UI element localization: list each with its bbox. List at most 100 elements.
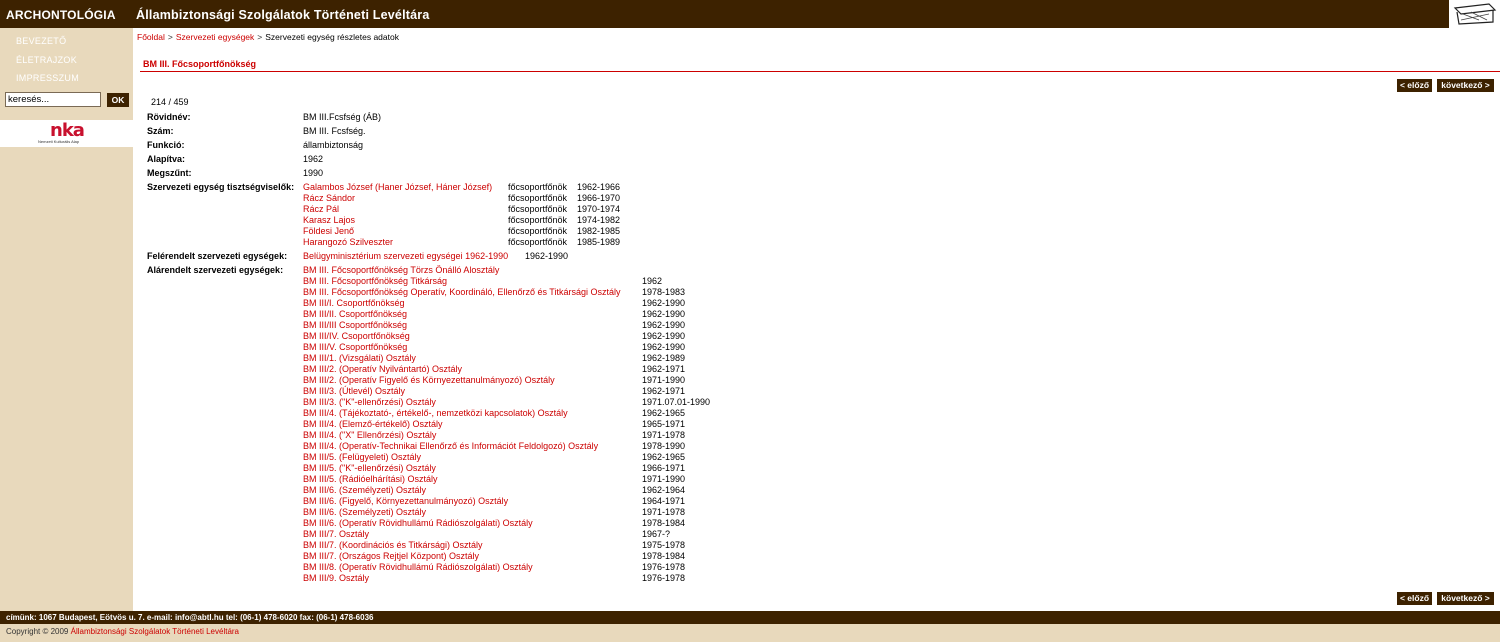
subordinate-unit-link[interactable]: BM III/6. (Figyelő, Környezettanulmányoz… <box>303 496 508 507</box>
top-header: ARCHONTOLÓGIA Állambiztonsági Szolgálato… <box>0 0 1500 28</box>
subordinate-years: 1978-1990 <box>642 441 686 451</box>
footer-contact: címünk: 1067 Budapest, Eötvös u. 7. e-ma… <box>6 613 374 622</box>
copyright-bar: Copyright © 2009 Állambiztonsági Szolgál… <box>0 624 1500 642</box>
subordinate-unit-link[interactable]: BM III/5. (Felügyeleti) Osztály <box>303 452 421 463</box>
subordinate-years: 1971-1978 <box>642 430 686 440</box>
subordinate-unit-link[interactable]: BM III/3. ("K"-ellenőrzési) Osztály <box>303 397 436 408</box>
next-button[interactable]: következő > <box>1437 79 1494 92</box>
breadcrumb-home[interactable]: Főoldal <box>137 32 165 42</box>
sidebar-item-bevezeto[interactable]: BEVEZETŐ <box>16 36 66 46</box>
subordinate-unit-link[interactable]: BM III/III Csoportfőnökség <box>303 320 407 331</box>
subordinate-unit-link[interactable]: BM III/9. Osztály <box>303 573 369 584</box>
title-divider <box>140 71 1500 72</box>
official-years: 1962-1966 <box>577 182 621 192</box>
subordinate-unit-link[interactable]: BM III/5. ("K"-ellenőrzési) Osztály <box>303 463 436 474</box>
official-role: főcsoportfőnök <box>508 215 568 225</box>
nka-sponsor-logo[interactable]: nka Nemzeti Kulturális Alap <box>0 120 133 147</box>
subordinate-years: 1962-1990 <box>642 320 686 330</box>
subordinate-unit-link[interactable]: BM III/4. (Operatív-Technikai Ellenőrző … <box>303 441 598 452</box>
subordinate-years: 1971-1978 <box>642 507 686 517</box>
subordinate-unit-link[interactable]: BM III/7. Osztály <box>303 529 369 540</box>
archive-logo[interactable] <box>1449 0 1500 28</box>
subordinate-unit-link[interactable]: BM III/3. (Útlevél) Osztály <box>303 386 405 397</box>
breadcrumb-units[interactable]: Szervezeti egységek <box>176 32 254 42</box>
breadcrumb: Főoldal > Szervezeti egységek > Szervezeti e… <box>137 32 399 42</box>
subordinate-years: 1976-1978 <box>642 573 686 583</box>
subordinate-years: 1964-1971 <box>642 496 686 506</box>
prev-button-bottom[interactable]: < előző <box>1397 592 1432 605</box>
subordinate-unit-link[interactable]: BM III/2. (Operatív Nyilvántartó) Osztál… <box>303 364 462 375</box>
subordinate-years: 1962 <box>642 276 663 286</box>
subordinate-unit-link[interactable]: BM III/4. (Tájékoztató-, értékelő-, nemz… <box>303 408 568 419</box>
subordinate-years: 1962-1990 <box>642 342 686 352</box>
sidebar-item-impresszum[interactable]: IMPRESSZUM <box>16 73 79 83</box>
prev-button[interactable]: < előző <box>1397 79 1432 92</box>
subordinate-unit-link[interactable]: BM III. Főcsoportfőnökség Titkárság <box>303 276 447 287</box>
subordinate-years: 1978-1983 <box>642 287 686 297</box>
subordinate-years: 1965-1971 <box>642 419 686 429</box>
subordinate-unit-link[interactable]: BM III/I. Csoportfőnökség <box>303 298 405 309</box>
official-years: 1974-1982 <box>577 215 621 225</box>
official-name[interactable]: Harangozó Szilveszter <box>303 237 393 248</box>
subordinate-unit-link[interactable]: BM III/4. (Elemző-értékelő) Osztály <box>303 419 443 430</box>
subordinate-unit-link[interactable]: BM III/6. (Személyzeti) Osztály <box>303 507 426 518</box>
copyright-link[interactable]: Állambiztonsági Szolgálatok Történeti Le… <box>71 627 239 636</box>
subordinate-years: 1962-1971 <box>642 386 686 396</box>
subordinate-unit-link[interactable]: BM III/6. (Személyzeti) Osztály <box>303 485 426 496</box>
sidebar-item-eletrajzok[interactable]: ÉLETRAJZOK <box>16 55 77 65</box>
official-name[interactable]: Földesi Jenő <box>303 226 354 237</box>
subordinate-unit-link[interactable]: BM III. Főcsoportfőnökség Operatív, Koor… <box>303 287 620 298</box>
archive-title: Állambiztonsági Szolgálatok Történeti Le… <box>136 8 430 22</box>
nka-caption: Nemzeti Kulturális Alap <box>38 139 80 144</box>
detail-value: 1962 <box>303 154 324 164</box>
subordinate-years: 1976-1978 <box>642 562 686 572</box>
detail-value: BM III.Fcsfség (ÁB) <box>303 112 382 122</box>
official-name[interactable]: Rácz Sándor <box>303 193 355 204</box>
search-input[interactable] <box>5 92 101 107</box>
official-years: 1982-1985 <box>577 226 621 236</box>
subordinate-years: 1962-1965 <box>642 452 686 462</box>
subordinate-unit-link[interactable]: BM III/IV. Csoportfőnökség <box>303 331 410 342</box>
subordinate-unit-link[interactable]: BM III/8. (Operatív Rövidhullámú Rádiósz… <box>303 562 533 573</box>
subordinate-years: 1971-1990 <box>642 375 686 385</box>
official-role: főcsoportfőnök <box>508 193 568 203</box>
subordinate-unit-link[interactable]: BM III/7. (Koordinációs és Titkársági) O… <box>303 540 483 551</box>
footer: címünk: 1067 Budapest, Eötvös u. 7. e-ma… <box>0 611 1500 624</box>
detail-label: Megszűnt: <box>147 168 192 178</box>
detail-value: állambiztonság <box>303 140 364 150</box>
detail-value: 1990 <box>303 168 324 178</box>
subordinate-years: 1962-1990 <box>642 298 686 308</box>
subordinate-unit-link[interactable]: BM III/II. Csoportfőnökség <box>303 309 407 320</box>
official-role: főcsoportfőnök <box>508 204 568 214</box>
superior-unit-link[interactable]: Belügyminisztérium szervezeti egységei 1… <box>303 251 508 262</box>
subordinate-unit-link[interactable]: BM III. Főcsoportfőnökség Törzs Önálló A… <box>303 265 499 276</box>
subordinate-unit-link[interactable]: BM III/5. (Rádióelhárítási) Osztály <box>303 474 438 485</box>
next-button-bottom[interactable]: következő > <box>1437 592 1494 605</box>
official-name[interactable]: Karasz Lajos <box>303 215 355 226</box>
site-brand[interactable]: ARCHONTOLÓGIA <box>6 8 116 22</box>
subordinate-years: 1967-? <box>642 529 671 539</box>
superior-years: 1962-1990 <box>525 251 569 261</box>
official-name[interactable]: Galambos József (Haner József, Háner Józ… <box>303 182 492 193</box>
detail-label: Alapítva: <box>147 154 186 164</box>
breadcrumb-current: Szervezeti egység részletes adatok <box>265 32 399 42</box>
subordinate-unit-link[interactable]: BM III/4. ("X" Ellenőrzési) Osztály <box>303 430 436 441</box>
detail-value: BM III. Fcsfség. <box>303 126 366 136</box>
subordinate-label: Alárendelt szervezeti egységek: <box>147 265 284 275</box>
detail-label: Funkció: <box>147 140 185 150</box>
subordinate-unit-link[interactable]: BM III/2. (Operatív Figyelő és Környezet… <box>303 375 555 386</box>
copyright-prefix: Copyright © 2009 <box>6 627 69 636</box>
official-role: főcsoportfőnök <box>508 237 568 247</box>
subordinate-years: 1978-1984 <box>642 551 686 561</box>
subordinate-years: 1975-1978 <box>642 540 686 550</box>
subordinate-unit-link[interactable]: BM III/V. Csoportfőnökség <box>303 342 407 353</box>
official-name[interactable]: Rácz Pál <box>303 204 339 215</box>
subordinate-years: 1966-1971 <box>642 463 686 473</box>
subordinate-unit-link[interactable]: BM III/7. (Országos Rejtjel Központ) Osz… <box>303 551 479 562</box>
search-ok-button[interactable]: OK <box>107 93 129 107</box>
subordinate-unit-link[interactable]: BM III/1. (Vizsgálati) Osztály <box>303 353 416 364</box>
record-counter: 214 / 459 <box>151 97 189 107</box>
officials-label: Szervezeti egység tisztségviselők: <box>147 182 295 192</box>
subordinate-years: 1962-1971 <box>642 364 686 374</box>
subordinate-unit-link[interactable]: BM III/6. (Operatív Rövidhullámú Rádiósz… <box>303 518 533 529</box>
